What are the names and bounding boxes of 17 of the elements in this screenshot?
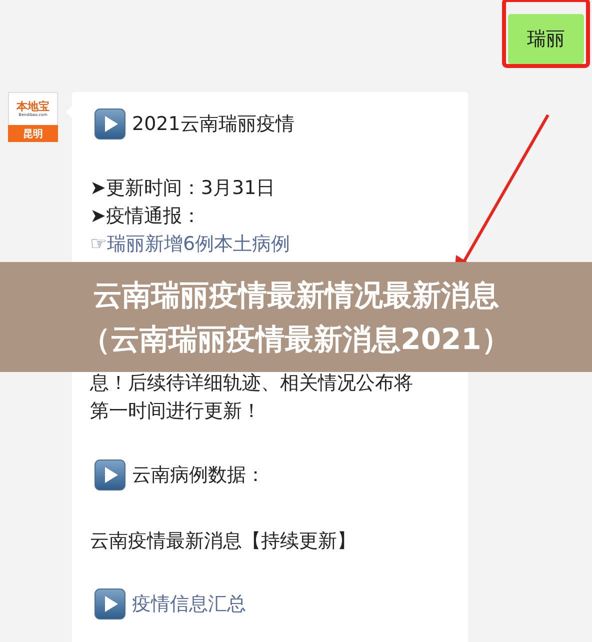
avatar-city: 昆明 <box>8 125 58 142</box>
avatar-brand: 本地宝 <box>16 101 50 114</box>
section-heading: 2021云南瑞丽疫情 <box>132 112 294 137</box>
banner-title: （云南瑞丽疫情最新消息2021） <box>82 321 510 358</box>
section-heading: 云南病例数据： <box>132 463 265 488</box>
play-icon <box>94 588 126 620</box>
heading-link[interactable]: 疫情信息汇总 <box>132 591 246 617</box>
message-line: 第一时间进行更新！ <box>90 399 262 424</box>
message-line: ➤疫情通报： <box>90 204 202 229</box>
message-line: ➤更新时间：3月31日 <box>90 176 276 201</box>
banner-title: 云南瑞丽疫情最新情况最新消息 <box>93 277 499 314</box>
message-line: 息！后续待详细轨迹、相关情况公布将 <box>90 371 414 396</box>
play-icon <box>94 459 126 491</box>
message-line: 云南疫情最新消息【持续更新】 <box>90 529 357 554</box>
sent-message-bubble: 瑞丽 <box>508 14 584 64</box>
news-link[interactable]: ☞瑞丽新增6例本土病例 <box>90 230 458 258</box>
play-icon <box>94 108 126 140</box>
